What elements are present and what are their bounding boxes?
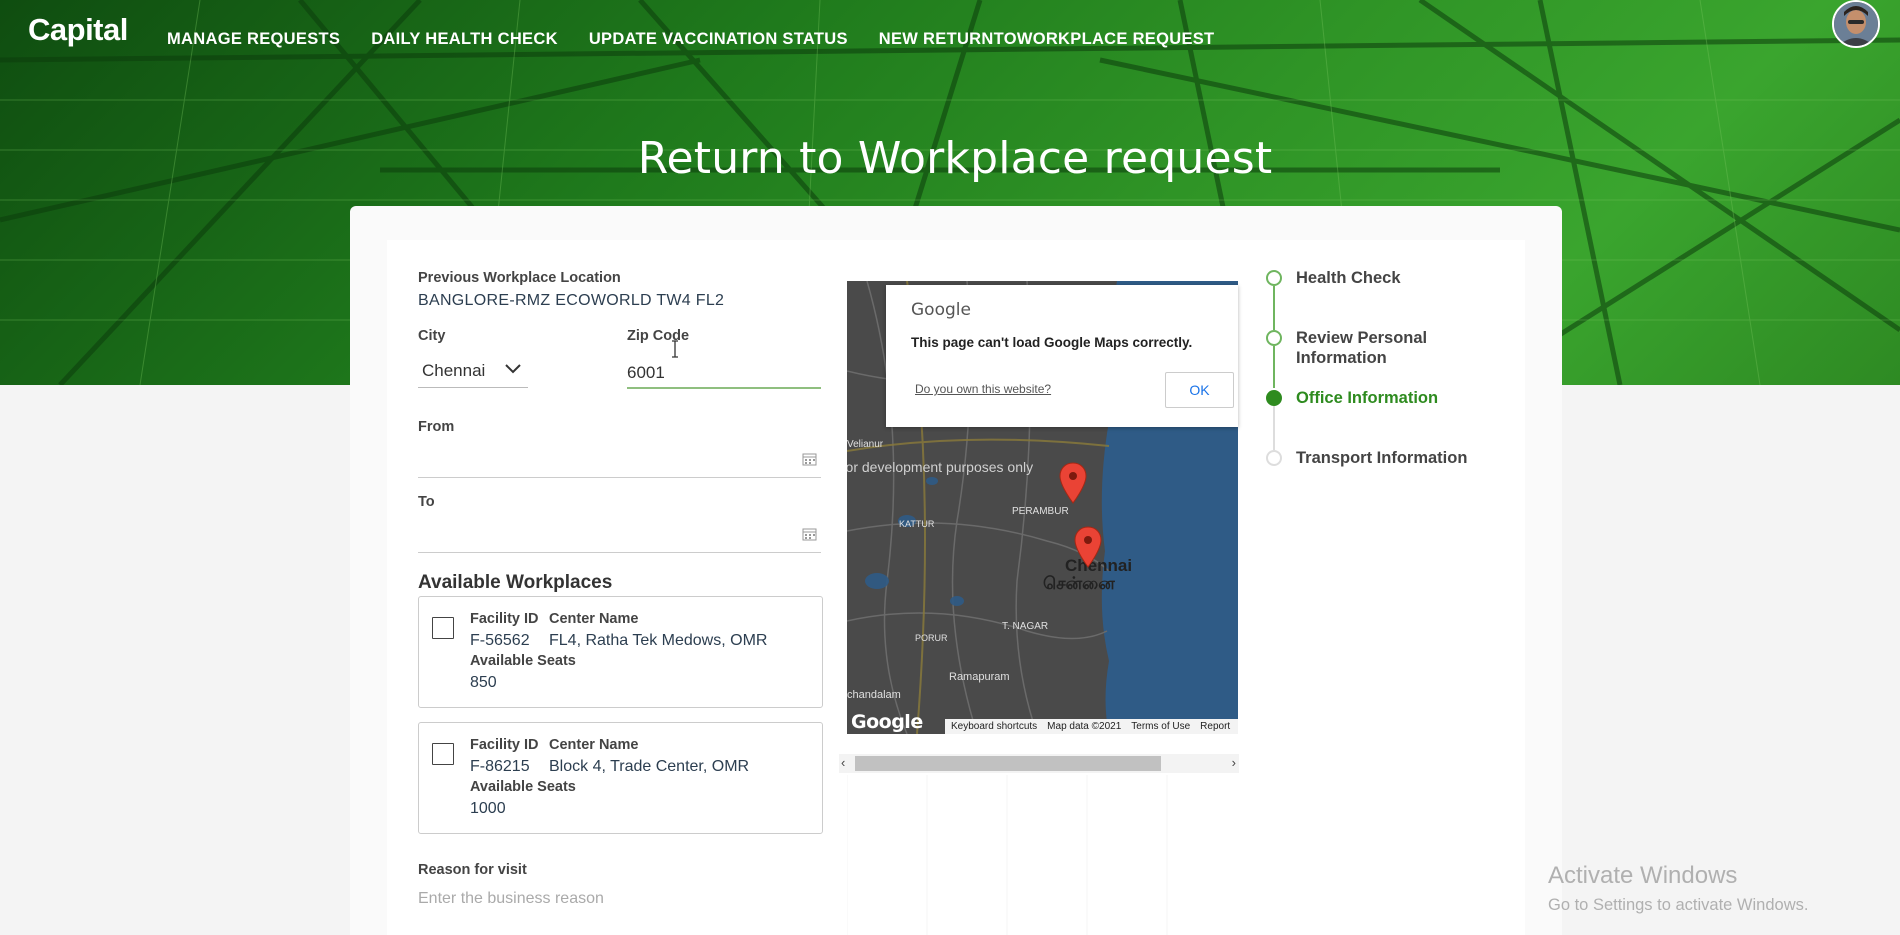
from-date-label: From <box>418 419 455 435</box>
map-place-kattur: KATTUR <box>899 519 935 529</box>
from-date-field[interactable] <box>418 440 821 478</box>
google-dialog-message: This page can't load Google Maps correct… <box>911 335 1193 350</box>
to-date-field[interactable] <box>418 515 821 553</box>
google-dialog-logo: Google <box>911 300 971 320</box>
map-horizontal-scrollbar[interactable]: ‹ › <box>839 754 1239 773</box>
workplace-card: Facility ID Center Name F-86215 Block 4,… <box>418 722 823 834</box>
top-nav: MANAGE REQUESTS DAILY HEALTH CHECK UPDAT… <box>167 30 1245 49</box>
reason-input[interactable]: Enter the business reason <box>418 890 604 908</box>
facility-id-value: F-86215 <box>470 758 530 775</box>
map-place-ramapuram: Ramapuram <box>949 671 1010 683</box>
user-avatar[interactable] <box>1832 0 1880 48</box>
text-cursor-icon <box>672 340 678 358</box>
activate-windows-title: Activate Windows <box>1548 862 1738 889</box>
available-workplaces-title: Available Workplaces <box>418 572 613 593</box>
workplace-checkbox[interactable] <box>432 743 454 765</box>
step-dot <box>1266 270 1282 286</box>
facility-id-label: Facility ID <box>470 737 539 753</box>
map-city-label-tamil: சென்னை <box>1043 574 1115 593</box>
workplace-card: Facility ID Center Name F-56562 FL4, Rat… <box>418 596 823 708</box>
step-label: Review Personal Information <box>1296 329 1428 367</box>
available-seats-label: Available Seats <box>470 653 576 669</box>
dialog-ok-button[interactable]: OK <box>1165 372 1234 408</box>
scroll-right-icon[interactable]: › <box>1232 755 1236 770</box>
available-seats-label: Available Seats <box>470 779 576 795</box>
step-label: Health Check <box>1296 269 1401 287</box>
step-connector <box>1273 346 1275 388</box>
step-dot <box>1266 390 1282 406</box>
center-name-label: Center Name <box>549 611 639 627</box>
step-dot <box>1266 450 1282 466</box>
center-name-value: Block 4, Trade Center, OMR <box>549 758 750 775</box>
step-label: Office Information <box>1296 389 1439 407</box>
workplace-checkbox[interactable] <box>432 617 454 639</box>
nav-daily-health-check[interactable]: DAILY HEALTH CHECK <box>371 30 558 49</box>
map-place-chandalam: chandalam <box>847 689 901 701</box>
google-map-logo[interactable]: Google <box>851 711 923 733</box>
own-website-link[interactable]: Do you own this website? <box>915 382 1051 396</box>
city-label: City <box>418 328 446 344</box>
nav-new-request[interactable]: NEW RETURNTOWORKPLACE REQUEST <box>879 30 1215 49</box>
map-marker-icon[interactable] <box>1073 525 1103 569</box>
activate-windows-subtitle: Go to Settings to activate Windows. <box>1548 896 1809 914</box>
center-name-label: Center Name <box>549 737 639 753</box>
map-placeholder-grid <box>847 775 1168 935</box>
facility-id-label: Facility ID <box>470 611 539 627</box>
google-maps-error-dialog: Google This page can't load Google Maps … <box>886 285 1238 427</box>
nav-manage-requests[interactable]: MANAGE REQUESTS <box>167 30 340 49</box>
scroll-left-icon[interactable]: ‹ <box>841 755 845 770</box>
facility-id-value: F-56562 <box>470 632 530 649</box>
activate-windows-watermark: Activate Windows Go to Settings to activ… <box>1548 862 1808 915</box>
step-label: Transport Information <box>1296 449 1468 467</box>
zip-code-input[interactable] <box>627 358 821 389</box>
to-date-label: To <box>418 494 435 510</box>
available-seats-value: 850 <box>470 674 497 691</box>
step-connector <box>1273 406 1275 450</box>
nav-update-vaccination-status[interactable]: UPDATE VACCINATION STATUS <box>589 30 848 49</box>
city-select-value: Chennai <box>422 361 486 380</box>
map-marker-icon[interactable] <box>1058 461 1088 505</box>
map-watermark: For development purposes only <box>847 459 1034 475</box>
calendar-icon[interactable] <box>802 452 817 466</box>
terms-of-use-link[interactable]: Terms of Use <box>1131 721 1190 732</box>
previous-location-value: BANGLORE-RMZ ECOWORLD TW4 FL2 <box>418 292 725 309</box>
previous-location-label: Previous Workplace Location <box>418 270 621 286</box>
page-title: Return to Workplace request <box>637 133 1273 184</box>
map-footer: Keyboard shortcuts Map data ©2021 Terms … <box>945 719 1238 734</box>
chevron-down-icon <box>505 364 521 374</box>
center-name-value: FL4, Ratha Tek Medows, OMR <box>549 632 768 649</box>
report-link[interactable]: Report <box>1200 721 1230 732</box>
calendar-icon[interactable] <box>802 527 817 541</box>
map-place-velianur: Velianur <box>847 439 884 450</box>
map-place-tnagar: T. NAGAR <box>1002 621 1049 632</box>
available-seats-value: 1000 <box>470 800 506 817</box>
step-connector <box>1273 286 1275 330</box>
brand-logo[interactable]: Capital <box>28 12 128 48</box>
city-select[interactable]: Chennai <box>418 355 528 388</box>
map-place-perambur: PERAMBUR <box>1012 506 1069 517</box>
map-place-porur: PORUR <box>915 633 948 643</box>
map-data-credit: Map data ©2021 <box>1047 721 1122 732</box>
step-dot <box>1266 330 1282 346</box>
keyboard-shortcuts-link[interactable]: Keyboard shortcuts <box>951 721 1037 732</box>
scrollbar-thumb[interactable] <box>855 756 1161 771</box>
reason-label: Reason for visit <box>418 862 527 878</box>
